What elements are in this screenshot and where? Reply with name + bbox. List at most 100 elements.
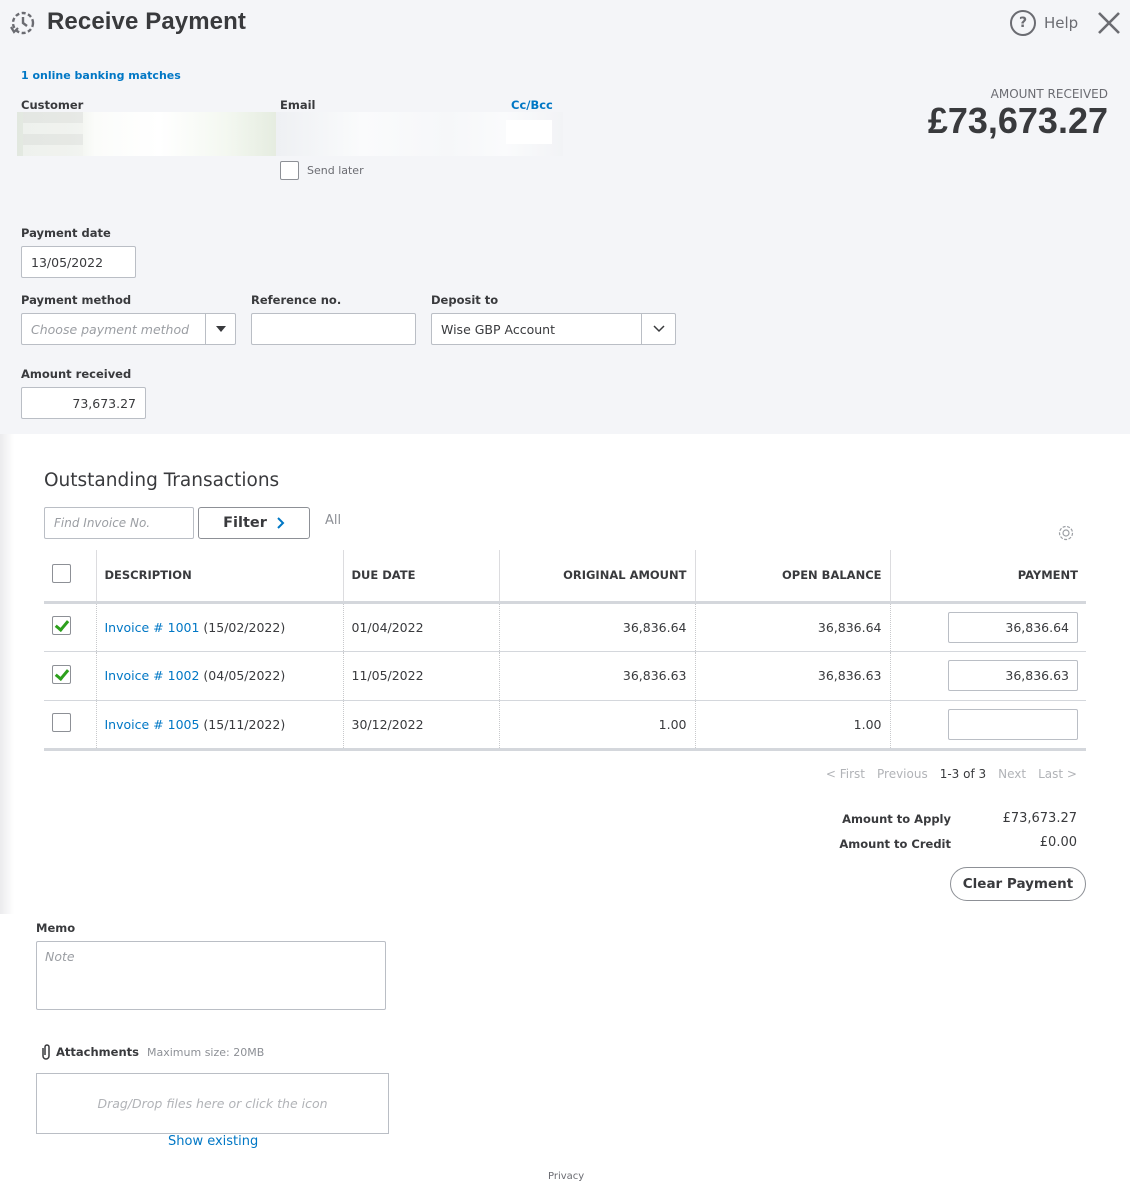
online-banking-matches-link[interactable]: 1 online banking matches xyxy=(21,69,181,82)
payment-method-placeholder: Choose payment method xyxy=(31,321,190,337)
payment-date-value: 13/05/2022 xyxy=(31,254,104,270)
col-payment[interactable]: PAYMENT xyxy=(889,550,1086,604)
history-clock-icon[interactable] xyxy=(8,9,36,37)
dropzone-text: Drag/Drop files here or click the icon xyxy=(97,1096,328,1111)
filter-all-value[interactable]: All xyxy=(325,513,341,528)
payment-method-label: Payment method xyxy=(21,293,132,307)
payment-method-dropdown-button[interactable] xyxy=(205,314,235,344)
payment-input[interactable]: 36,836.64 xyxy=(948,611,1078,643)
pager-last[interactable]: Last > xyxy=(1038,767,1077,781)
col-open-balance[interactable]: OPEN BALANCE xyxy=(694,550,890,604)
row-checkbox[interactable] xyxy=(52,713,71,732)
amount-received-summary-label: AMOUNT RECEIVED xyxy=(990,87,1108,101)
memo-label: Memo xyxy=(36,921,76,935)
close-x-icon[interactable] xyxy=(1096,10,1122,36)
caret-down-icon xyxy=(215,326,226,332)
pager-previous[interactable]: Previous xyxy=(877,767,928,781)
invoice-link[interactable]: Invoice # 1005 xyxy=(105,717,200,732)
reference-no-input[interactable] xyxy=(251,313,416,345)
table-header-row: DESCRIPTION DUE DATE ORIGINAL AMOUNT OPE… xyxy=(44,550,1086,604)
privacy-link[interactable]: Privacy xyxy=(548,1171,584,1182)
due-date-cell: 11/05/2022 xyxy=(342,651,499,701)
help-circle-icon: ? xyxy=(1010,10,1036,36)
amount-received-input[interactable]: 73,673.27 xyxy=(21,387,146,419)
open-balance-cell: 36,836.64 xyxy=(694,602,890,652)
amount-to-apply-value: £73,673.27 xyxy=(1002,811,1077,826)
page-title: Receive Payment xyxy=(47,8,246,35)
payment-cell: 36,836.64 xyxy=(889,602,1086,652)
payment-method-select[interactable]: Choose payment method xyxy=(21,313,236,345)
description-cell: Invoice # 1002 (04/05/2022) xyxy=(95,651,343,701)
paperclip-icon[interactable] xyxy=(40,1043,52,1061)
table-row: Invoice # 1005 (15/11/2022) 30/12/2022 1.0… xyxy=(44,700,1086,751)
customer-label: Customer xyxy=(21,98,84,112)
select-all-header xyxy=(44,550,96,604)
invoice-link[interactable]: Invoice # 1001 xyxy=(105,620,200,635)
attachments-dropzone[interactable]: Drag/Drop files here or click the icon xyxy=(36,1073,389,1134)
memo-textarea[interactable]: Note xyxy=(36,941,386,1010)
amount-to-credit-value: £0.00 xyxy=(1039,835,1077,850)
clear-payment-button[interactable]: Clear Payment xyxy=(950,867,1086,901)
send-later-checkbox[interactable] xyxy=(280,161,299,180)
row-select-cell xyxy=(44,651,96,701)
col-due-date[interactable]: DUE DATE xyxy=(342,550,499,604)
pagination: < First Previous 1-3 of 3 Next Last > xyxy=(826,767,1077,781)
pager-first[interactable]: < First xyxy=(826,767,865,781)
payment-date-input[interactable]: 13/05/2022 xyxy=(21,246,136,278)
gear-icon[interactable] xyxy=(1056,523,1076,543)
invoice-link[interactable]: Invoice # 1002 xyxy=(105,668,200,683)
amount-received-value: 73,673.27 xyxy=(72,395,136,411)
deposit-to-value: Wise GBP Account xyxy=(441,321,555,337)
deposit-to-select[interactable]: Wise GBP Account xyxy=(431,313,676,345)
original-amount-cell: 36,836.63 xyxy=(498,651,695,701)
row-checkbox[interactable] xyxy=(52,616,71,635)
customer-field[interactable] xyxy=(17,112,277,156)
payment-header-panel xyxy=(0,0,1130,434)
cc-bcc-link[interactable]: Cc/Bcc xyxy=(511,98,553,112)
invoice-date: (15/02/2022) xyxy=(203,619,286,635)
filter-button[interactable]: Filter xyxy=(198,507,310,539)
select-all-checkbox[interactable] xyxy=(52,564,71,584)
col-original-amount[interactable]: ORIGINAL AMOUNT xyxy=(498,550,695,604)
filter-label: Filter xyxy=(223,515,267,531)
chevron-down-icon xyxy=(652,325,665,333)
payment-input[interactable]: 36,836.63 xyxy=(948,660,1078,691)
table-row: Invoice # 1001 (15/02/2022) 01/04/2022 36,… xyxy=(44,602,1086,652)
outstanding-transactions-table: DESCRIPTION DUE DATE ORIGINAL AMOUNT OPE… xyxy=(44,550,1086,751)
memo-placeholder: Note xyxy=(45,949,75,964)
find-invoice-placeholder: Find Invoice No. xyxy=(54,516,151,530)
send-later-option[interactable]: Send later xyxy=(280,161,364,180)
attachments-label: Attachments xyxy=(56,1045,139,1059)
original-amount-cell: 36,836.64 xyxy=(498,602,695,652)
pager-range: 1-3 of 3 xyxy=(939,767,987,781)
payment-input[interactable] xyxy=(948,708,1078,740)
amount-received-label: Amount received xyxy=(21,367,132,381)
open-balance-cell: 1.00 xyxy=(694,700,890,751)
amount-to-apply-label: Amount to Apply xyxy=(842,812,951,826)
pager-next[interactable]: Next xyxy=(998,767,1026,781)
find-invoice-input[interactable]: Find Invoice No. xyxy=(44,507,194,539)
help-button[interactable]: ? Help xyxy=(1010,10,1078,36)
help-label: Help xyxy=(1044,14,1079,32)
email-field[interactable] xyxy=(276,112,563,156)
description-cell: Invoice # 1005 (15/11/2022) xyxy=(95,700,343,751)
deposit-to-dropdown-button[interactable] xyxy=(641,314,675,344)
send-later-label: Send later xyxy=(307,164,364,177)
left-edge-shadow xyxy=(0,434,14,914)
row-select-cell xyxy=(44,700,96,751)
row-select-cell xyxy=(44,602,96,652)
amount-received-summary-value: £73,673.27 xyxy=(927,100,1108,141)
payment-cell: 36,836.63 xyxy=(889,651,1086,701)
attachments-header: Attachments xyxy=(40,1043,139,1061)
col-description[interactable]: DESCRIPTION xyxy=(95,550,343,604)
show-existing-link[interactable]: Show existing xyxy=(168,1134,258,1149)
row-checkbox[interactable] xyxy=(52,664,71,684)
due-date-cell: 30/12/2022 xyxy=(342,700,499,751)
attachments-max-size: Maximum size: 20MB xyxy=(147,1046,265,1059)
reference-no-label: Reference no. xyxy=(251,293,342,307)
email-label: Email xyxy=(280,98,316,112)
description-cell: Invoice # 1001 (15/02/2022) xyxy=(95,602,343,652)
table-row: Invoice # 1002 (04/05/2022) 11/05/2022 36,… xyxy=(44,651,1086,701)
payment-cell xyxy=(889,700,1086,751)
chevron-right-icon xyxy=(277,517,285,529)
